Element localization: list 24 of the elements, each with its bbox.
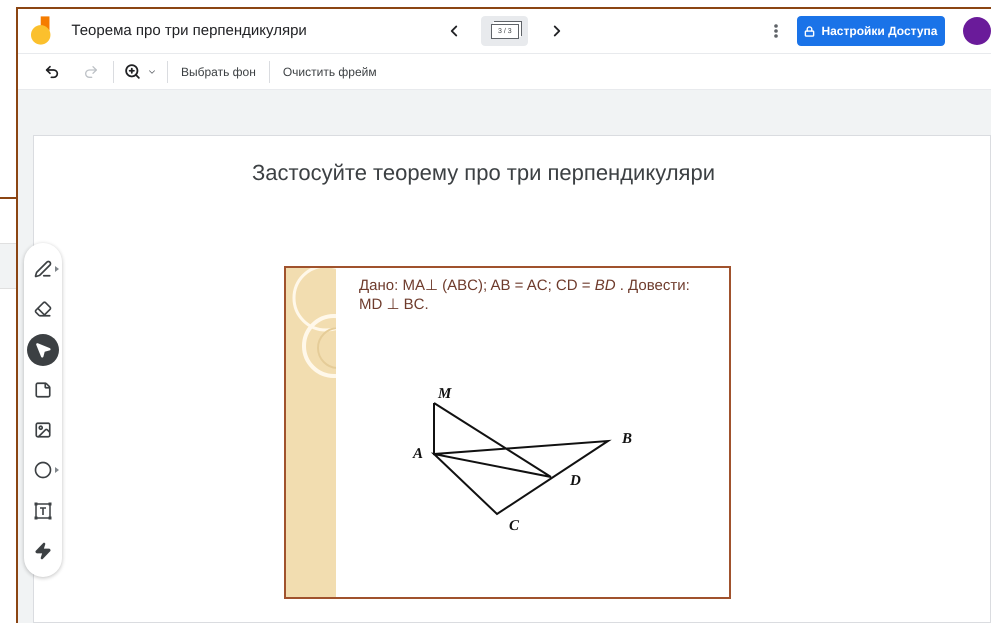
zoom-in-icon (124, 63, 141, 80)
submenu-caret-icon (55, 467, 59, 474)
share-button[interactable]: Настройки Доступа (796, 16, 945, 46)
circle-icon (34, 461, 52, 480)
redo-icon (83, 64, 99, 80)
lock-icon (804, 26, 816, 36)
text-box-icon (34, 502, 52, 520)
pen-icon (34, 260, 52, 278)
sticky-note-icon (34, 380, 52, 399)
laser-icon (34, 542, 52, 560)
eraser-icon (34, 300, 52, 318)
undo-icon (44, 64, 60, 80)
image-icon (34, 421, 52, 440)
avatar[interactable] (962, 17, 991, 45)
tool-button[interactable] (27, 334, 59, 366)
document-title: Теорема про три перпендикуляри (71, 20, 308, 41)
submenu-caret-icon (55, 266, 59, 272)
toolbar-button[interactable]: Выбрать фон (168, 60, 269, 84)
app-logo-icon (30, 16, 54, 46)
more-vertical-icon (774, 24, 778, 38)
toolbar-button[interactable]: Очистить фрейм (270, 60, 390, 84)
given-text: Дано: MA⊥ (ABC); AB = AC; CD = BD . Довести: MD ⊥ BC. (359, 276, 691, 314)
frame-title: Застосуйте теорему про три перпендикуляри (252, 159, 715, 187)
pointer-icon (34, 340, 52, 359)
